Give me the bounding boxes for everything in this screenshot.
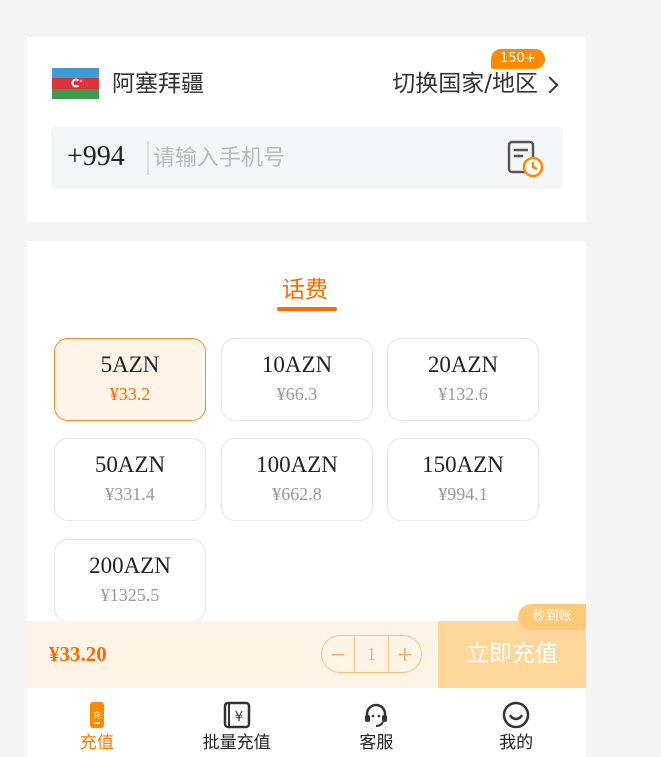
azerbaijan-flag-icon: ✶	[52, 68, 99, 99]
smiley-icon	[502, 701, 530, 729]
option-amount: 150AZN	[422, 452, 504, 477]
nav-batch-recharge[interactable]: ¥ 批量充值	[167, 688, 307, 757]
charge-now-button[interactable]: 立即充值	[438, 621, 586, 688]
option-price: ¥1325.5	[100, 585, 160, 605]
switch-country-label: 切换国家/地区	[392, 71, 538, 97]
total-price: ¥33.20	[49, 642, 107, 666]
checkout-bar: ¥33.20 − 1 + 立即充值 秒到账	[27, 604, 586, 688]
phone-card: ✶ 阿塞拜疆 切换国家/地区 150+ +994	[27, 37, 586, 222]
option-10azn[interactable]: 10AZN ¥66.3	[221, 338, 373, 421]
batch-recharge-icon: ¥	[223, 701, 250, 729]
nav-label: 客服	[359, 733, 394, 753]
option-amount: 10AZN	[261, 352, 333, 377]
option-amount: 100AZN	[256, 452, 338, 477]
option-amount: 50AZN	[94, 452, 166, 477]
contact-history-icon[interactable]	[505, 139, 545, 179]
tab-underline	[277, 307, 337, 311]
nav-customer-service[interactable]: 客服	[307, 688, 447, 757]
quantity-value[interactable]: 1	[354, 636, 389, 672]
option-amount: 20AZN	[427, 352, 499, 377]
option-price: ¥662.8	[272, 484, 322, 504]
option-price: ¥132.6	[438, 384, 488, 404]
option-price: ¥994.1	[438, 484, 488, 504]
option-50azn[interactable]: 50AZN ¥331.4	[54, 438, 206, 521]
chevron-right-icon	[541, 76, 559, 93]
option-5azn[interactable]: 5AZN ¥33.2	[54, 338, 206, 421]
increase-button[interactable]: +	[389, 636, 421, 672]
phone-field: +994	[51, 127, 563, 189]
option-20azn[interactable]: 20AZN ¥132.6	[387, 338, 539, 421]
bottom-nav: 充 充值 ¥ 批量充值 客服 我的	[27, 688, 586, 757]
nav-label: 批量充值	[202, 733, 271, 753]
option-200azn[interactable]: 200AZN ¥1325.5	[54, 539, 206, 622]
country-code: +994	[67, 141, 125, 172]
option-150azn[interactable]: 150AZN ¥994.1	[387, 438, 539, 521]
headset-icon	[365, 703, 388, 727]
nav-recharge[interactable]: 充 充值	[27, 688, 167, 757]
batch-icon-text: ¥	[234, 710, 242, 725]
decrease-button[interactable]: −	[322, 636, 354, 672]
country-count-badge: 150+	[491, 49, 545, 69]
option-100azn[interactable]: 100AZN ¥662.8	[221, 438, 373, 521]
instant-arrival-badge: 秒到账	[518, 604, 586, 630]
option-price: ¥66.3	[276, 384, 318, 404]
option-amount: 200AZN	[89, 553, 171, 578]
country-name: 阿塞拜疆	[112, 71, 204, 97]
phone-input[interactable]	[147, 141, 477, 175]
recharge-options-card: 话费 5AZN ¥33.2 10AZN ¥66.3 20AZN ¥132.6 5…	[27, 241, 586, 626]
quantity-stepper: − 1 +	[321, 635, 422, 673]
tab-phone-fee[interactable]: 话费	[282, 275, 328, 305]
nav-label: 充值	[79, 733, 114, 753]
recharge-icon-text: 充	[93, 710, 101, 720]
option-price: ¥331.4	[105, 484, 155, 504]
recharge-icon: 充	[89, 702, 104, 728]
option-price: ¥33.2	[109, 384, 151, 404]
nav-mine[interactable]: 我的	[446, 688, 586, 757]
switch-country-link[interactable]: 切换国家/地区	[392, 68, 559, 100]
option-amount: 5AZN	[100, 352, 160, 377]
nav-label: 我的	[499, 733, 534, 753]
